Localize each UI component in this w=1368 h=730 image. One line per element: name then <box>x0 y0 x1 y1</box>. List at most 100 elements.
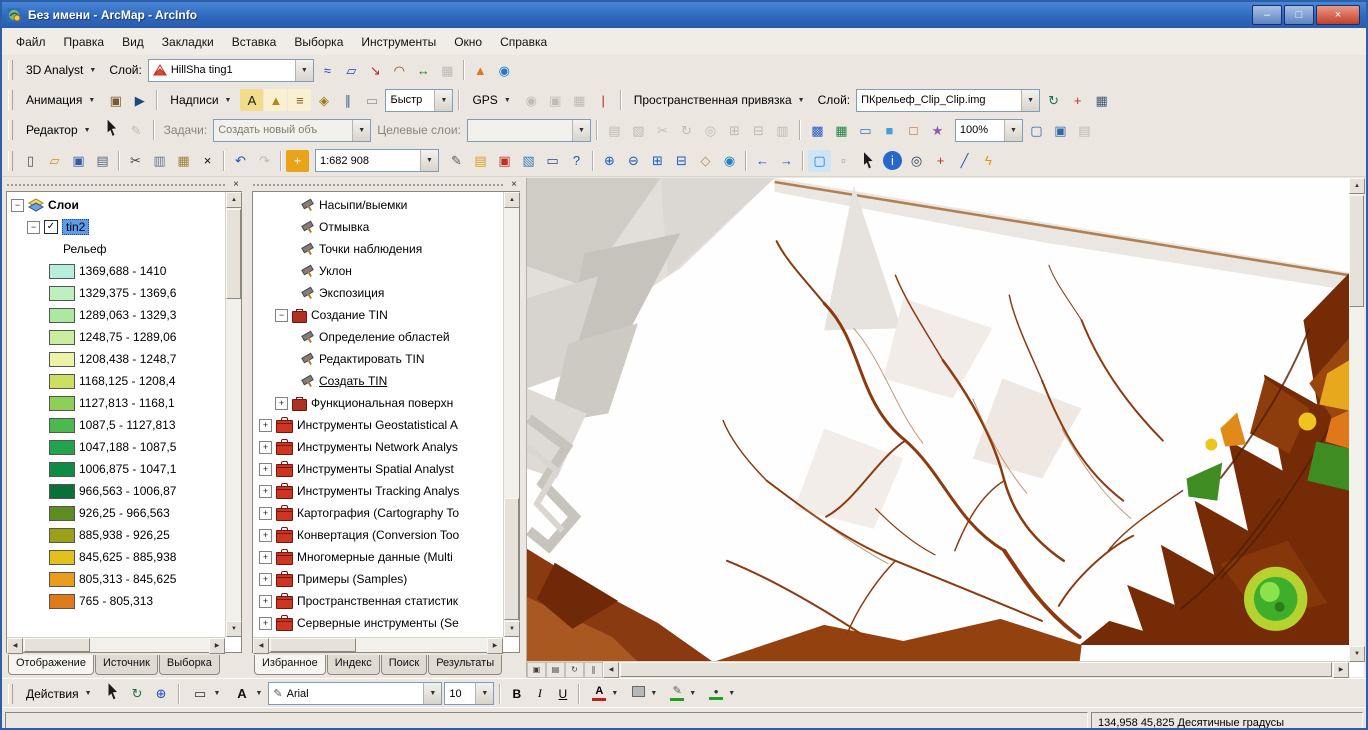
raster-paint-icon[interactable]: ▩ <box>806 119 829 141</box>
expander-icon[interactable]: + <box>259 529 272 542</box>
interpolate-line-icon[interactable]: ≈ <box>316 59 339 81</box>
clear-selection-icon[interactable]: ▫ <box>832 150 855 172</box>
expander-icon[interactable]: + <box>259 441 272 454</box>
pan-icon[interactable]: ◇ <box>694 150 717 172</box>
scrollbar-thumb[interactable] <box>24 638 90 652</box>
raster-fill-icon[interactable]: ■ <box>878 119 901 141</box>
full-extent-icon[interactable]: ◉ <box>718 150 741 172</box>
scroll-left-icon[interactable]: ◀ <box>7 638 23 654</box>
minimize-button[interactable]: – <box>1252 5 1282 25</box>
rotate-icon[interactable]: ↻ <box>1042 89 1065 111</box>
underline-button[interactable]: U <box>552 684 573 704</box>
union-tool-icon[interactable]: ⊞ <box>723 119 746 141</box>
full-raster-icon[interactable]: ▣ <box>1049 119 1072 141</box>
paste-icon[interactable]: ▦ <box>172 150 195 172</box>
toolbar-grip[interactable] <box>8 60 13 80</box>
scrollbar-thumb[interactable] <box>226 209 241 299</box>
toc-horizontal-scrollbar[interactable]: ◀ ▶ <box>7 637 225 652</box>
modelbuilder-icon[interactable]: ▧ <box>517 150 540 172</box>
panel-tab[interactable]: Отображение <box>8 655 94 675</box>
select-elements-icon[interactable] <box>860 152 876 170</box>
scroll-down-icon[interactable]: ▼ <box>1349 646 1365 662</box>
toolbox-horizontal-scrollbar[interactable]: ◀ ▶ <box>253 637 503 652</box>
toolbar-grip[interactable] <box>8 684 13 704</box>
scroll-right-icon[interactable]: ▶ <box>487 638 503 654</box>
edit-tool-icon[interactable] <box>104 119 120 137</box>
toolbox-item[interactable]: Насыпи/выемки <box>253 194 503 216</box>
raster-zoom-combo[interactable]: 100%▼ <box>955 119 1023 142</box>
animation-player-icon[interactable]: ▶ <box>128 89 151 111</box>
interpolate-polygon-icon[interactable]: ▱ <box>340 59 363 81</box>
scroll-down-icon[interactable]: ▼ <box>226 621 242 637</box>
menu-item[interactable]: Окно <box>446 32 490 52</box>
menu-item[interactable]: Справка <box>492 32 555 52</box>
gps-menu[interactable]: GPS▼ <box>465 90 517 110</box>
panel-drag-grip[interactable] <box>252 182 504 187</box>
view-link-table-icon[interactable]: ▦ <box>1090 89 1113 111</box>
collapse-icon[interactable]: − <box>11 199 24 212</box>
view-unplaced-labels-icon[interactable]: ▭ <box>360 89 383 111</box>
sketch-tool-icon[interactable]: ✎ <box>125 119 148 141</box>
open-map-icon[interactable]: ▱ <box>43 150 66 172</box>
toc-layer-row[interactable]: − ✓ tin2 <box>7 216 225 238</box>
clip-tool-icon[interactable]: ▥ <box>771 119 794 141</box>
pan-raster-icon[interactable]: ▢ <box>1025 119 1048 141</box>
fixed-zoom-in-icon[interactable]: ⊞ <box>646 150 669 172</box>
zoom-element-icon[interactable]: ⊕ <box>150 683 173 705</box>
expander-icon[interactable]: + <box>259 595 272 608</box>
split-tool-icon[interactable]: ✂ <box>651 119 674 141</box>
undo-icon[interactable]: ↶ <box>229 150 252 172</box>
animation-manager-icon[interactable]: ▣ <box>104 89 127 111</box>
toolbox-item[interactable]: + Примеры (Samples) <box>253 568 503 590</box>
gps-position-marker-icon[interactable]: | <box>592 89 615 111</box>
zoom-out-icon[interactable]: ⊖ <box>622 150 645 172</box>
scroll-up-icon[interactable]: ▲ <box>504 192 520 208</box>
gps-log-icon[interactable]: ▦ <box>568 89 591 111</box>
scroll-left-icon[interactable]: ◀ <box>253 638 269 654</box>
toolbox-item[interactable]: Создать TIN <box>253 370 503 392</box>
toolbox-item[interactable]: + Серверные инструменты (Se <box>253 612 503 634</box>
arcglobe-icon[interactable]: ◉ <box>493 59 516 81</box>
gps-connect-icon[interactable]: ◉ <box>520 89 543 111</box>
editor-menu[interactable]: Редактор▼ <box>19 120 98 140</box>
menu-item[interactable]: Вставка <box>224 32 285 52</box>
toolbox-item[interactable]: + Пространственная статистик <box>253 590 503 612</box>
toolbox-item[interactable]: Экспозиция <box>253 282 503 304</box>
toolbar-grip[interactable] <box>8 90 13 110</box>
expander-icon[interactable]: + <box>259 485 272 498</box>
close-icon[interactable]: × <box>508 179 520 191</box>
new-map-icon[interactable]: ▯ <box>19 150 42 172</box>
expander-icon[interactable]: + <box>275 397 288 410</box>
collapse-icon[interactable]: − <box>27 221 40 234</box>
font-family-combo[interactable]: ✎ Arial ▼ <box>268 682 442 705</box>
expander-icon[interactable]: + <box>259 617 272 630</box>
lock-labels-icon[interactable]: ◈ <box>312 89 335 111</box>
scroll-up-icon[interactable]: ▲ <box>1349 178 1365 194</box>
panel-tab[interactable]: Избранное <box>254 655 326 675</box>
toolbox-item[interactable]: Редактировать TIN <box>253 348 503 370</box>
toolbox-item[interactable]: − Создание TIN <box>253 304 503 326</box>
panel-drag-grip[interactable] <box>6 182 226 187</box>
menu-item[interactable]: Правка <box>56 32 113 52</box>
attributes-icon[interactable]: ▤ <box>603 119 626 141</box>
line-color-dropdown[interactable]: ✎ ▼ <box>663 682 700 706</box>
target-layers-combo[interactable]: ▼ <box>467 119 591 142</box>
layout-view-button[interactable]: ▤ <box>546 662 565 678</box>
scrollbar-thumb[interactable] <box>620 662 1332 677</box>
menu-item[interactable]: Вид <box>114 32 152 52</box>
arctoolbox-icon[interactable]: ▣ <box>493 150 516 172</box>
scroll-down-icon[interactable]: ▼ <box>504 621 520 637</box>
profile-graph-icon[interactable]: ▦ <box>436 59 459 81</box>
go-to-xy-icon[interactable]: + <box>929 150 952 172</box>
toolbox-item[interactable]: Точки наблюдения <box>253 238 503 260</box>
toolbox-item[interactable]: + Картография (Cartography To <box>253 502 503 524</box>
steepest-path-icon[interactable]: ↘ <box>364 59 387 81</box>
save-raster-icon[interactable]: ▤ <box>1073 119 1096 141</box>
fill-color-dropdown[interactable]: ▼ <box>624 682 661 706</box>
scroll-up-icon[interactable]: ▲ <box>226 192 242 208</box>
select-features-icon[interactable]: ▢ <box>808 150 831 172</box>
raster-rect-icon[interactable]: ▭ <box>854 119 877 141</box>
georeferencing-menu[interactable]: Пространственная привязка▼ <box>627 90 812 110</box>
text-tool-dropdown[interactable]: A▼ <box>226 681 266 707</box>
3d-analyst-menu[interactable]: 3D Analyst▼ <box>19 60 103 80</box>
